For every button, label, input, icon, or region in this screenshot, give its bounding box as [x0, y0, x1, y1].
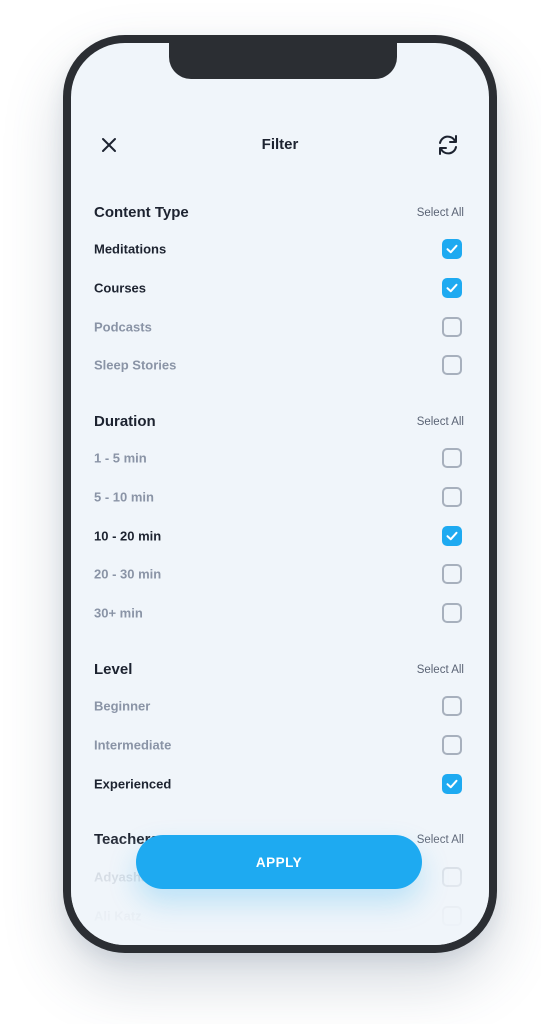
filter-screen: Filter Content Type Select All Meditations…	[71, 43, 489, 945]
section-title: Content Type	[94, 204, 189, 221]
checkbox-unchecked[interactable]	[442, 448, 462, 468]
checkbox-checked[interactable]	[442, 526, 462, 546]
filter-option-label: Intermediate	[94, 737, 172, 753]
section-title: Level	[94, 661, 133, 678]
filter-option-row[interactable]: Courses	[94, 274, 462, 302]
filter-option-row[interactable]: Experienced	[94, 770, 462, 798]
checkbox-unchecked[interactable]	[442, 564, 462, 584]
phone-frame: Filter Content Type Select All Meditations…	[63, 35, 497, 953]
select-all-button[interactable]: Select All	[417, 664, 464, 676]
filter-option-label: Meditations	[94, 241, 167, 257]
filter-option-label: Courses	[94, 280, 147, 296]
checkbox-unchecked[interactable]	[442, 696, 462, 716]
section-title: Duration	[94, 413, 156, 430]
filter-option-row[interactable]: Sleep Stories	[94, 351, 462, 379]
select-all-button[interactable]: Select All	[417, 416, 464, 428]
refresh-icon[interactable]	[435, 132, 461, 158]
filter-option-label: 10 - 20 min	[94, 528, 162, 544]
select-all-button[interactable]: Select All	[417, 834, 464, 846]
select-all-button[interactable]: Select All	[417, 207, 464, 219]
filter-option-row[interactable]: 10 - 20 min	[94, 522, 462, 550]
checkbox-unchecked[interactable]	[442, 867, 462, 887]
apply-button[interactable]: APPLY	[136, 835, 422, 889]
filter-option-label: Ali Katz	[94, 908, 142, 924]
filter-option-row[interactable]: Ali Katz	[94, 902, 462, 930]
filter-option-row[interactable]: 1 - 5 min	[94, 444, 462, 472]
filter-option-row[interactable]: 20 - 30 min	[94, 560, 462, 588]
filter-option-row[interactable]: 30+ min	[94, 599, 462, 627]
page-title: Filter	[261, 136, 299, 153]
filter-option-label: Experienced	[94, 776, 172, 792]
checkbox-unchecked[interactable]	[442, 735, 462, 755]
checkbox-unchecked[interactable]	[442, 317, 462, 337]
checkbox-checked[interactable]	[442, 239, 462, 259]
filter-option-label: Beginner	[94, 698, 151, 714]
filter-option-row[interactable]: Podcasts	[94, 313, 462, 341]
filter-option-row[interactable]: Intermediate	[94, 731, 462, 759]
filter-option-label: 5 - 10 min	[94, 489, 154, 505]
checkbox-unchecked[interactable]	[442, 603, 462, 623]
filter-option-label: 1 - 5 min	[94, 450, 147, 466]
filter-option-label: 30+ min	[94, 605, 143, 621]
filter-option-label: 20 - 30 min	[94, 566, 162, 582]
filter-option-label: Sleep Stories	[94, 357, 177, 373]
checkbox-unchecked[interactable]	[442, 355, 462, 375]
filter-option-label: Podcasts	[94, 319, 152, 335]
checkbox-checked[interactable]	[442, 278, 462, 298]
filter-option-row[interactable]: Meditations	[94, 235, 462, 263]
device-notch	[169, 43, 397, 79]
checkbox-unchecked[interactable]	[442, 487, 462, 507]
filter-option-row[interactable]: Beginner	[94, 692, 462, 720]
checkbox-checked[interactable]	[442, 774, 462, 794]
filter-option-row[interactable]: 5 - 10 min	[94, 483, 462, 511]
checkbox-unchecked[interactable]	[442, 906, 462, 926]
